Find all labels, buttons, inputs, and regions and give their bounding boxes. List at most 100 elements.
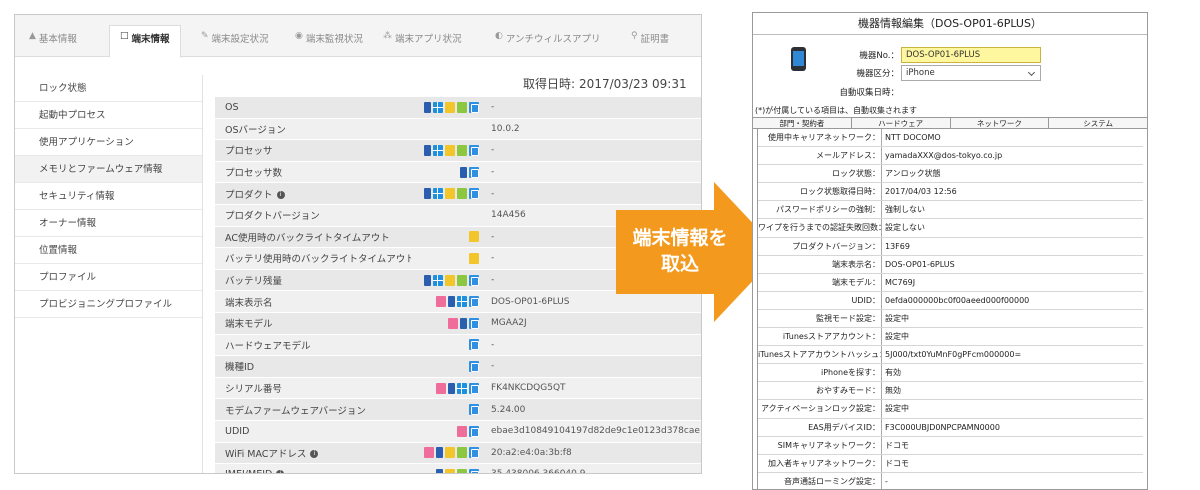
tab-6[interactable]: ⚲ 証明書	[631, 27, 669, 57]
ios-icon	[469, 296, 479, 308]
sidebar-item[interactable]: メモリとファームウェア情報	[15, 156, 202, 183]
windows-icon	[457, 382, 467, 394]
property-row: OS -	[215, 97, 701, 119]
dialog-tabs: 部門・契約者 ハードウェア ネットワーク システム	[753, 117, 1147, 129]
tab-1[interactable]: □ 端末情報	[109, 25, 181, 58]
device-kind-label: 機器区分：	[856, 69, 899, 79]
ios-icon	[469, 274, 479, 286]
dialog-field-row: アクティベーションロック設定： 設定中	[758, 400, 1143, 419]
dialog-tab[interactable]: ハードウェア	[851, 118, 951, 128]
field-value[interactable]: 強制しない	[881, 201, 1143, 219]
pink-platform-icon	[436, 382, 446, 394]
platform-icons	[411, 317, 485, 329]
dialog-field-row: おやすみモード： 無効	[758, 382, 1143, 401]
tab-label: 証明書	[640, 34, 670, 45]
windows-icon	[457, 296, 467, 308]
field-label: ロック状態取得日時：	[800, 187, 880, 197]
blackberry-icon	[424, 101, 431, 113]
sidebar-item[interactable]: 使用アプリケーション	[15, 129, 202, 156]
dialog-field-row: プロダクトバージョン： 13F69	[758, 237, 1143, 256]
field-label: ロック状態：	[832, 169, 880, 179]
field-value[interactable]: 有効	[881, 364, 1143, 382]
device-no-input[interactable]: DOS-OP01-6PLUS	[901, 47, 1041, 63]
sidebar-item[interactable]: プロビジョニングプロファイル	[15, 291, 202, 318]
dialog-field-row: iTunesストアアカウントハッシュ： 5J000/txt0YuMnF0gPFcm…	[758, 346, 1143, 365]
dialog-field-row: 加入者キャリアネットワーク： ドコモ	[758, 454, 1143, 473]
sidebar-item[interactable]: オーナー情報	[15, 210, 202, 237]
property-value: ebae3d10849104197d82de9c1e0123d378cae	[491, 426, 700, 437]
field-label: メールアドレス：	[816, 151, 880, 161]
pink-platform-icon	[448, 317, 458, 329]
acquired-value: 2017/03/23 09:31	[579, 77, 687, 91]
field-value[interactable]: 13F69	[881, 237, 1143, 255]
platform-icons	[411, 188, 485, 200]
key-icon: ⚲	[631, 31, 638, 41]
field-value[interactable]: F3C000UBJD0NPCPAMN0000	[881, 418, 1143, 436]
tab-bar: ▲ 基本情報 □ 端末情報 ✎ 端末設定状況 ◉ 端末監視状況 ⁂ 端末アプリ状況 ◐ アンチウィルス…	[15, 15, 701, 58]
sidebar-item[interactable]: セキュリティ情報	[15, 183, 202, 210]
dialog-field-row: iPhoneを探す： 有効	[758, 364, 1143, 383]
field-value[interactable]: NTT DOCOMO	[881, 129, 1143, 147]
field-value[interactable]: 設定中	[881, 400, 1143, 418]
property-value: -	[491, 339, 495, 350]
blackberry-icon	[460, 166, 467, 178]
field-value[interactable]: 2017/04/03 12:56	[881, 183, 1143, 201]
field-value[interactable]: ドコモ	[881, 436, 1143, 454]
property-value: -	[491, 361, 495, 372]
field-value[interactable]: ドコモ	[881, 454, 1143, 472]
info-icon[interactable]: i	[276, 470, 285, 473]
field-value[interactable]: 無効	[881, 382, 1143, 400]
dialog-title: 機器情報編集（DOS-OP01-6PLUS）	[753, 13, 1147, 35]
dialog-field-row: EAS用デバイスID： F3C000UBJD0NPCPAMN0000	[758, 418, 1143, 437]
property-name: IMEI/MEID i	[215, 469, 411, 473]
dialog-tab[interactable]: 部門・契約者	[753, 118, 852, 128]
property-name: OSバージョン	[215, 122, 411, 136]
tab-label: 基本情報	[38, 34, 77, 45]
property-value: -	[491, 102, 495, 113]
property-name-text: 端末表示名	[225, 297, 273, 309]
platform-icons	[411, 274, 485, 286]
windows-icon	[433, 274, 443, 286]
blackberry-icon	[448, 296, 455, 308]
property-name: OS	[215, 102, 411, 113]
field-value[interactable]: DOS-OP01-6PLUS	[881, 255, 1143, 273]
dialog-header: 機器No.： DOS-OP01-6PLUS 機器区分： iPhone 自動収集日…	[753, 35, 1147, 105]
device-kind-select[interactable]: iPhone	[901, 65, 1041, 81]
sidebar-item[interactable]: 位置情報	[15, 237, 202, 264]
sidebar-item[interactable]: プロファイル	[15, 264, 202, 291]
tab-0[interactable]: ▲ 基本情報	[29, 27, 77, 57]
field-value[interactable]: yamadaXXX@dos-tokyo.co.jp	[881, 147, 1143, 165]
android-icon	[445, 188, 455, 200]
property-name: ハードウェアモデル	[215, 338, 411, 352]
tab-3[interactable]: ◉ 端末監視状況	[295, 27, 363, 57]
property-name-text: 端末モデル	[225, 319, 273, 331]
platform-icons	[411, 296, 485, 308]
info-icon[interactable]: i	[276, 191, 285, 200]
field-label: 音声通話ローミング設定：	[784, 476, 880, 486]
sidebar-item[interactable]: 起動中プロセス	[15, 102, 202, 129]
dialog-tab[interactable]: ネットワーク	[950, 118, 1050, 128]
field-label: SIMキャリアネットワーク：	[777, 440, 880, 450]
info-icon[interactable]: i	[310, 450, 319, 459]
field-value[interactable]: -	[881, 472, 1143, 489]
pink-platform-icon	[436, 296, 446, 308]
field-value[interactable]: 5J000/txt0YuMnF0gPFcm000000=	[881, 346, 1143, 364]
field-value[interactable]: 設定中	[881, 309, 1143, 328]
sidebar-item[interactable]: ロック状態	[15, 75, 202, 102]
tab-5[interactable]: ◐ アンチウィルスアプリ	[495, 27, 600, 57]
field-value[interactable]: 0efda000000bc0f00aeed000f00000	[881, 291, 1143, 309]
dialog-field-row: 端末表示名： DOS-OP01-6PLUS	[758, 255, 1143, 274]
ios-icon	[469, 166, 479, 178]
property-value: 5.24.00	[491, 404, 526, 415]
field-value[interactable]: 設定中	[881, 328, 1143, 346]
property-name: 端末モデル	[215, 316, 411, 330]
wrench-icon: ✎	[201, 31, 209, 41]
tab-4[interactable]: ⁂ 端末アプリ状況	[383, 27, 462, 57]
field-value[interactable]: MC769J	[881, 273, 1143, 291]
dialog-tab[interactable]: システム	[1049, 118, 1147, 128]
tab-2[interactable]: ✎ 端末設定状況	[201, 27, 269, 57]
field-value[interactable]: アンロック状態	[881, 165, 1143, 183]
field-value[interactable]: 設定しない	[881, 219, 1143, 237]
linux-icon	[457, 274, 467, 286]
ios-icon	[469, 382, 479, 394]
